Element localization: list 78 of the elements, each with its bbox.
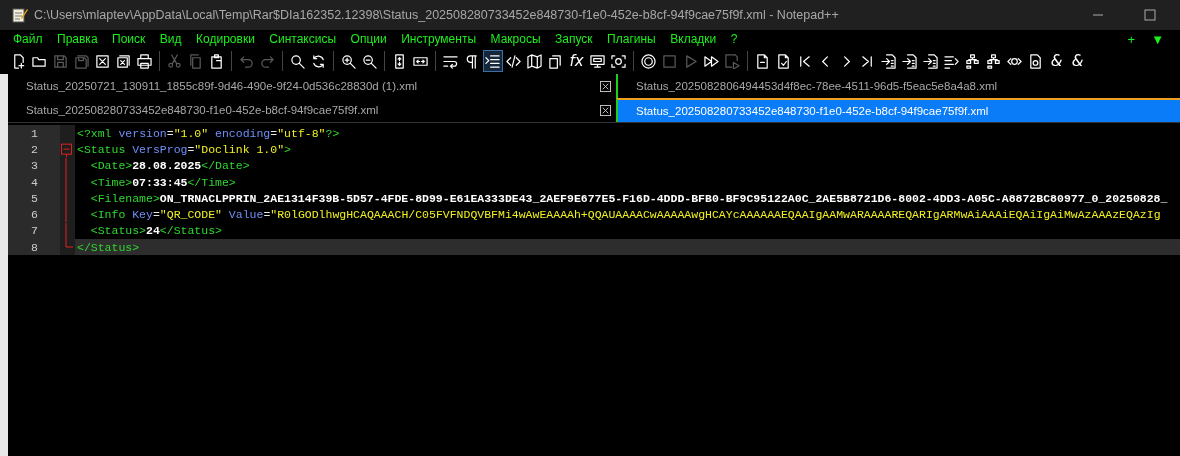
- menu-item[interactable]: Вкладки: [670, 32, 717, 46]
- document-icon: [755, 53, 770, 69]
- clipboard-icon: [209, 53, 224, 69]
- code-tag-icon: [506, 53, 521, 69]
- window-title: C:\Users\mlaptev\AppData\Local\Temp\Rar$DIa162352.12398\Status_202508280733452e848730-f1e0-452e-b8cf-94f9cae75f9f.xml - Notepad++: [34, 8, 839, 22]
- save-playback-icon: [725, 53, 740, 69]
- tree-icon: [986, 53, 1001, 69]
- stop-icon: [662, 53, 677, 69]
- menu-item[interactable]: ?: [730, 32, 738, 46]
- menu-item[interactable]: Запуск: [555, 32, 593, 46]
- play-icon: [683, 53, 698, 69]
- list-icon: [944, 53, 959, 69]
- menu-item[interactable]: Правка: [57, 32, 98, 46]
- menu-item[interactable]: Поиск: [112, 32, 146, 46]
- maximize-icon[interactable]: [1144, 9, 1156, 21]
- pilcrow-icon: [464, 53, 479, 69]
- redo-icon: [260, 53, 275, 69]
- menu-item[interactable]: Кодировки: [196, 32, 255, 46]
- replace-icon: [311, 53, 326, 69]
- code-line: <Info Key="QR_CODE" Value="R0lGODlhwgHCAQAAACH/C05FVFNDQVBFMi4wAwEAAAAh+QQAUAAAACwAAAAAwgHCAYcAAAAAAEQAAIgAAMwARAAAAREQARIgARMwAiAAAiEQAiIgAiMwAzAAAzEQAzIg: [89, 208, 1161, 222]
- code-line: <Status>24</Status>: [89, 224, 222, 238]
- close-icon: [95, 53, 110, 69]
- code-line: <Filename>ON_TRNACLPPRIN_2AE1314F39B-5D57-4FDE-8D99-E61EA333DE43_2AEF9E677E5-F16D-4DDD-BFB0-BF9C95122A0C_2AE5B8721D6-8002-4DD3-A05C-A8872BC80977_0_20250828_: [89, 191, 1168, 205]
- floppy-disks-icon: [74, 53, 89, 69]
- first-icon: [797, 53, 812, 69]
- word-wrap-icon: [443, 53, 458, 69]
- close-icon[interactable]: [600, 80, 611, 92]
- code-line: <Date>28.08.2025</Date>: [89, 159, 250, 173]
- line-number: 2: [8, 141, 60, 158]
- line-number: 6: [8, 206, 60, 223]
- last-icon: [860, 53, 875, 69]
- toolbar-button[interactable]: [482, 50, 503, 72]
- menu-item[interactable]: Инструменты: [401, 32, 477, 46]
- new-file-icon: [11, 53, 26, 69]
- menu-item[interactable]: Синтаксисы: [269, 32, 337, 46]
- tree-icon: [965, 53, 980, 69]
- file-tab[interactable]: Status_20250721_130911_1855c89f-9d46-490e-9f24-0d536c28830d (1).xml: [8, 74, 613, 98]
- menu-item[interactable]: Макросы: [490, 32, 541, 46]
- zoom-out-icon: [362, 53, 377, 69]
- indent-guide-icon: [485, 53, 500, 69]
- toolbar-button[interactable]: &: [1067, 50, 1088, 72]
- document-gear-icon: [1028, 53, 1043, 69]
- menu-button[interactable]: ▼: [1151, 31, 1164, 47]
- close-all-icon: [116, 53, 131, 69]
- scissors-icon: [167, 53, 182, 69]
- document-import-icon: [902, 53, 917, 69]
- document-import-icon: [923, 53, 938, 69]
- printer-icon: [137, 53, 152, 69]
- record-icon: [641, 53, 656, 69]
- line-number: 5: [8, 190, 60, 207]
- menu-button[interactable]: +: [1127, 31, 1136, 47]
- menu-item[interactable]: Опции: [350, 32, 387, 46]
- menu-item[interactable]: Плагины: [607, 32, 656, 46]
- toolbar-button[interactable]: &: [1046, 50, 1067, 72]
- documents-icon: [548, 53, 563, 69]
- toolbar-button[interactable]: fx: [566, 50, 587, 72]
- copy-icon: [188, 53, 203, 69]
- fast-forward-icon: [704, 53, 719, 69]
- menu-item[interactable]: Вид: [159, 32, 182, 46]
- code-line: </Status>: [76, 240, 140, 254]
- undo-icon: [239, 53, 254, 69]
- notepad-icon: [12, 7, 28, 23]
- line-number: 1: [8, 125, 60, 142]
- code-line: <Time>07:33:45</Time>: [89, 175, 236, 189]
- document-check-icon: [776, 53, 791, 69]
- file-tab[interactable]: Status_202508280733452e848730-f1e0-452e-b8cf-94f9cae75f9f.xml: [8, 98, 613, 122]
- close-icon[interactable]: [600, 104, 611, 116]
- code-line: <?xml version="1.0" encoding="utf-8"?>: [76, 126, 340, 140]
- camera-icon: [611, 53, 626, 69]
- code-line: <Status VersProg="Doclink 1.0">: [76, 142, 291, 156]
- search-icon: [290, 53, 305, 69]
- map-icon: [527, 53, 542, 69]
- menu-item[interactable]: Файл: [13, 32, 43, 46]
- file-tab[interactable]: Status_202508280733452e848730-f1e0-452e-b8cf-94f9cae75f9f.xml: [616, 98, 1180, 122]
- zoom-in-icon: [341, 53, 356, 69]
- document-import-icon: [881, 53, 896, 69]
- vertical-sync-icon: [392, 53, 407, 69]
- monitor-icon: [590, 53, 605, 69]
